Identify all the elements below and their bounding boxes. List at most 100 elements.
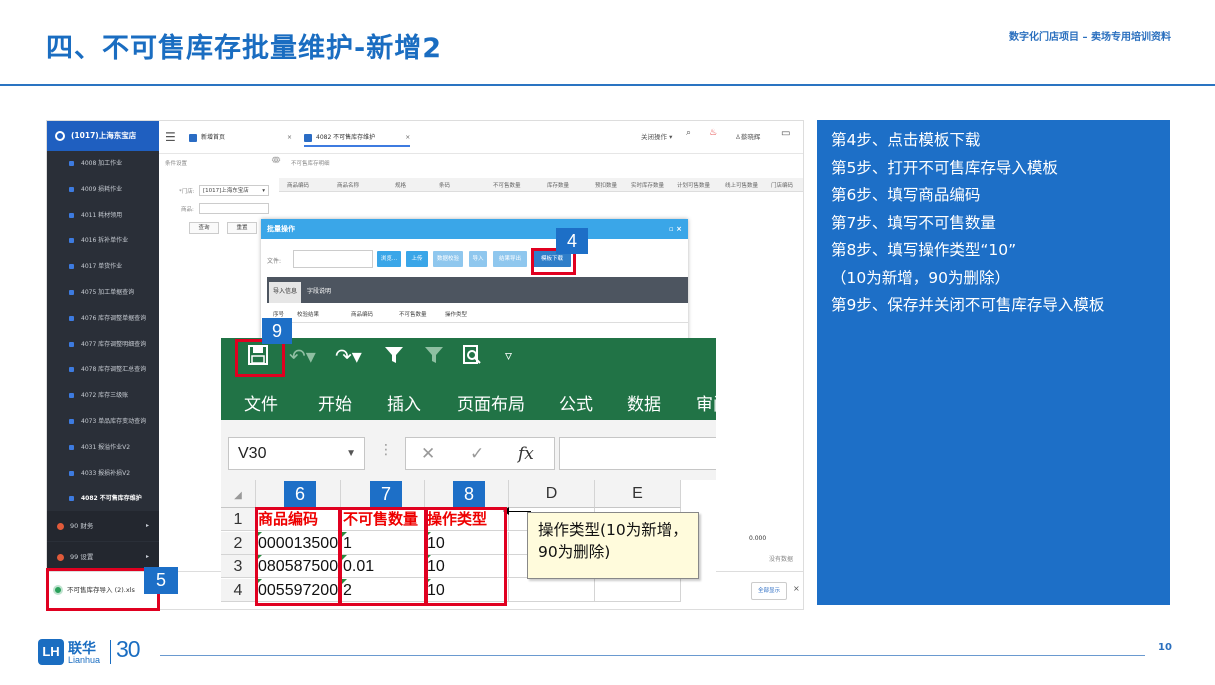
monitor-icon[interactable]: ▭: [781, 128, 790, 139]
menu-item-icon: [69, 393, 74, 399]
sidebar-item-label: 4009 损耗作业: [81, 185, 123, 193]
grid-column-header[interactable]: 商品名称: [337, 181, 359, 189]
sidebar-item[interactable]: 4075 加工单据查询: [47, 280, 159, 305]
sidebar-item[interactable]: 4016 拆补单作业: [47, 228, 159, 253]
row-header[interactable]: 3: [221, 555, 256, 578]
grid-column-header[interactable]: 条码: [439, 181, 450, 189]
sidebar-item[interactable]: 4033 报损补损V2: [47, 461, 159, 486]
sidebar-item-label: 4075 加工单据查询: [81, 289, 135, 296]
ribbon-tab-insert[interactable]: 插入: [387, 390, 421, 415]
sidebar-group[interactable]: 90 财务 ▸: [47, 511, 159, 541]
sidebar-item[interactable]: 4017 单货作业: [47, 254, 159, 279]
grid-column-header[interactable]: 线上可售数量: [725, 181, 758, 189]
sidebar-item[interactable]: 4078 库存调整汇总查询: [47, 357, 159, 382]
step-badge-7: 7: [370, 481, 402, 507]
menu-item-icon: [69, 496, 74, 502]
modal-subheader: 序号 校验结果 商品编码 不可售数量 操作类型: [267, 303, 688, 323]
column-header[interactable]: D: [509, 480, 595, 508]
tab-home[interactable]: 新增首页 ×: [189, 129, 292, 147]
sidebar-item[interactable]: 4011 耗材领用: [47, 203, 159, 228]
sidebar-item[interactable]: 4009 损耗作业: [47, 177, 159, 202]
ribbon-tab-page-layout[interactable]: 页面布局: [457, 390, 525, 415]
notification-icon[interactable]: ♨: [709, 128, 717, 138]
store-brand[interactable]: (1017)上海东宝店: [47, 121, 159, 151]
query-button[interactable]: 查询: [189, 222, 219, 234]
close-icon[interactable]: ×: [287, 134, 292, 141]
menu-item-icon: [69, 161, 74, 166]
more-icon: ⋮: [379, 442, 393, 458]
close-icon[interactable]: ×: [405, 134, 410, 141]
row-header[interactable]: 2: [221, 531, 256, 555]
menu-item-icon: [69, 470, 74, 476]
validate-button[interactable]: 数据校验: [433, 251, 463, 267]
name-box[interactable]: V30 ▼: [228, 437, 365, 470]
search-icon[interactable]: ⌕: [686, 128, 691, 138]
sheet-cell[interactable]: [595, 578, 681, 602]
tab-import-info[interactable]: 导入信息: [269, 282, 302, 303]
sidebar: (1017)上海东宝店 4008 加工作业 4009 损耗作业 4011 耗材领用 4…: [47, 121, 159, 572]
grid-column-header[interactable]: 规格: [395, 181, 406, 189]
browse-button[interactable]: 浏览...: [377, 251, 401, 267]
sidebar-item[interactable]: 4073 单品库存变动查询: [47, 409, 159, 434]
product-input[interactable]: [199, 203, 269, 214]
tab-unsellable-stock[interactable]: 4082 不可售库存维护 ×: [304, 129, 411, 147]
menu-item-icon: [69, 341, 74, 347]
print-preview-icon[interactable]: [461, 344, 483, 371]
name-box-value: V30: [238, 445, 267, 462]
cancel-icon[interactable]: ✕: [421, 444, 435, 464]
filter-icon[interactable]: [383, 344, 405, 371]
show-all-button[interactable]: 全部显示: [751, 582, 787, 600]
grid-column-header[interactable]: 门店编码: [771, 181, 793, 189]
sidebar-item[interactable]: 4076 库存调整单据查询: [47, 306, 159, 331]
sidebar-item[interactable]: 4082 不可售库存维护: [47, 486, 159, 511]
ribbon-tab-formulas[interactable]: 公式: [559, 390, 593, 415]
row-header[interactable]: 4: [221, 578, 256, 602]
select-all-corner[interactable]: ◢: [221, 480, 256, 508]
settings-icon[interactable]: ⚙: [273, 156, 281, 166]
store-select[interactable]: [1017]上海东宝店 ▾: [199, 185, 269, 196]
undo-icon[interactable]: ↶▾: [289, 344, 316, 368]
sidebar-item[interactable]: 4077 库存调整明细查询: [47, 332, 159, 357]
row-header[interactable]: 1: [221, 508, 256, 531]
no-data-text: 没有数据: [769, 556, 794, 563]
file-input[interactable]: [293, 250, 373, 268]
ribbon-tab-file[interactable]: 文件: [244, 390, 278, 415]
sidebar-item[interactable]: 4072 库存三级账: [47, 383, 159, 408]
ribbon-tab-review[interactable]: 审阅: [696, 390, 716, 415]
grid-column-header[interactable]: 库存数量: [547, 181, 569, 189]
upload-button[interactable]: 上传: [406, 251, 428, 267]
tab-field-desc[interactable]: 字段说明: [307, 286, 331, 295]
step-line: 第9步、保存并关闭不可售库存导入模板: [831, 296, 1105, 314]
logo-divider: [110, 640, 111, 664]
column-header[interactable]: E: [595, 480, 681, 508]
enter-icon[interactable]: ✓: [470, 444, 484, 464]
user-menu[interactable]: ♙蔡晓辉: [735, 131, 760, 141]
close-icon[interactable]: ×: [793, 584, 800, 593]
sidebar-item[interactable]: 4031 报溢作业V2: [47, 435, 159, 460]
customize-qat-icon[interactable]: ▿: [505, 348, 512, 364]
sidebar-item-label: 4011 耗材领用: [81, 211, 123, 219]
grid-column-header[interactable]: 计划可售数量: [677, 181, 710, 189]
fx-icon[interactable]: fx: [518, 444, 534, 464]
grid-column-header[interactable]: 预扣数量: [595, 181, 617, 189]
ribbon-tab-data[interactable]: 数据: [627, 390, 661, 415]
step-badge-5: 5: [144, 567, 178, 594]
ribbon-tab-home[interactable]: 开始: [318, 390, 352, 415]
close-ops-menu[interactable]: 关闭操作 ▾: [641, 131, 672, 141]
sheet-cell[interactable]: [509, 578, 595, 602]
sidebar-item[interactable]: 4008 加工作业: [47, 151, 159, 176]
company-logo: LH 联华 Lianhua 30: [38, 636, 158, 670]
grid-column-header[interactable]: 商品编码: [287, 181, 309, 189]
clear-filter-icon[interactable]: [423, 344, 445, 371]
import-button[interactable]: 导入: [469, 251, 487, 267]
modal-controls[interactable]: ▫ ×: [669, 219, 682, 239]
menu-icon[interactable]: ☰: [165, 130, 176, 144]
grid-column-header[interactable]: 实时库存数量: [631, 181, 664, 189]
sidebar-item-label: 4016 拆补单作业: [81, 237, 129, 245]
grid-column-header[interactable]: 不可售数量: [493, 181, 521, 189]
formula-input[interactable]: [559, 437, 716, 470]
reset-button[interactable]: 重置: [227, 222, 257, 234]
product-label: 商品:: [181, 207, 194, 213]
redo-icon[interactable]: ↷▾: [335, 344, 362, 368]
export-results-button[interactable]: 结果导出: [493, 251, 527, 267]
